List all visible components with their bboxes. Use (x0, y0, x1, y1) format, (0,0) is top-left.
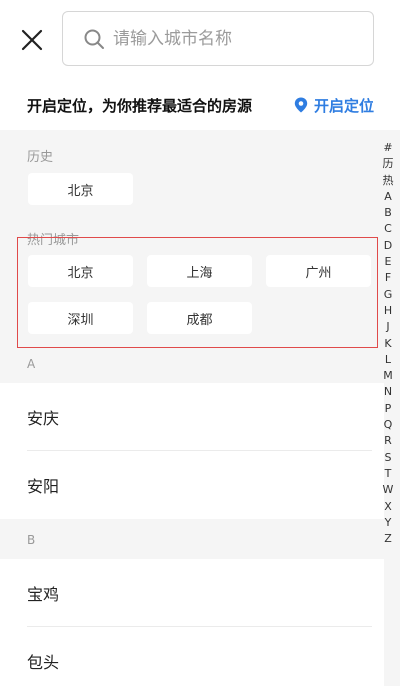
index-letter[interactable]: E (385, 254, 392, 270)
top-bar (0, 0, 400, 80)
index-letter[interactable]: Y (385, 515, 392, 531)
index-letter[interactable]: D (384, 238, 392, 254)
letter-header-a: A (27, 357, 36, 371)
list-item[interactable]: 包头 (0, 627, 384, 686)
history-title: 历史 (27, 150, 54, 165)
index-letter[interactable]: G (384, 287, 393, 303)
close-icon (21, 29, 43, 51)
index-letter[interactable]: 历 (383, 156, 394, 172)
index-letter[interactable]: C (384, 221, 392, 237)
location-tip: 开启定位，为你推荐最适合的房源 (27, 96, 253, 115)
index-letter[interactable]: A (384, 189, 392, 205)
list-item[interactable]: 安阳 (0, 451, 384, 519)
city-name: 安庆 (27, 409, 60, 428)
index-letter[interactable]: L (385, 352, 391, 368)
index-letter[interactable]: N (384, 384, 392, 400)
index-letter[interactable]: P (385, 401, 392, 417)
history-city-chip[interactable]: 北京 (28, 173, 133, 205)
city-name: 宝鸡 (27, 585, 60, 604)
index-letter[interactable]: W (383, 482, 394, 498)
index-letter[interactable]: X (384, 499, 392, 515)
list-item[interactable]: 宝鸡 (0, 559, 384, 627)
enable-location-button[interactable]: 开启定位 (294, 95, 374, 116)
index-letter[interactable]: Z (384, 531, 392, 547)
hot-city-chip[interactable]: 上海 (147, 255, 252, 287)
index-letter[interactable]: J (386, 319, 389, 335)
index-letter[interactable]: T (385, 466, 392, 482)
index-letter[interactable]: F (385, 270, 391, 286)
city-list[interactable]: 历史 北京 热门城市 北京 上海 广州 深圳 成都 A 安庆 安阳 B 宝鸡 包… (0, 130, 400, 686)
city-name: 包头 (27, 653, 60, 672)
search-box[interactable] (62, 11, 374, 66)
location-pin-icon (294, 97, 308, 113)
search-icon (84, 29, 104, 49)
hot-city-chip[interactable]: 深圳 (28, 302, 133, 334)
index-letter[interactable]: B (384, 205, 392, 221)
index-letter[interactable]: M (383, 368, 393, 384)
index-letter[interactable]: S (385, 450, 392, 466)
hot-city-chip[interactable]: 北京 (28, 255, 133, 287)
list-item[interactable]: 安庆 (0, 383, 384, 451)
city-name: 安阳 (27, 477, 60, 496)
hot-cities-title: 热门城市 (27, 233, 80, 248)
search-input[interactable] (113, 28, 363, 49)
hot-city-chip[interactable]: 广州 (266, 255, 371, 287)
location-bar: 开启定位，为你推荐最适合的房源 开启定位 (0, 80, 400, 130)
index-letter[interactable]: # (383, 140, 392, 156)
index-letter[interactable]: H (384, 303, 392, 319)
index-letter[interactable]: Q (384, 417, 393, 433)
alphabet-index-bar[interactable]: # 历热 A B C D E F G H J K L M N P Q R S T W X Y Z (380, 140, 396, 547)
index-letter[interactable]: 热 (383, 173, 394, 189)
hot-city-chip[interactable]: 成都 (147, 302, 252, 334)
close-button[interactable] (18, 26, 46, 54)
letter-header-b: B (27, 533, 36, 547)
index-letter[interactable]: R (384, 433, 392, 449)
enable-location-label: 开启定位 (313, 96, 374, 115)
index-letter[interactable]: K (384, 336, 391, 352)
